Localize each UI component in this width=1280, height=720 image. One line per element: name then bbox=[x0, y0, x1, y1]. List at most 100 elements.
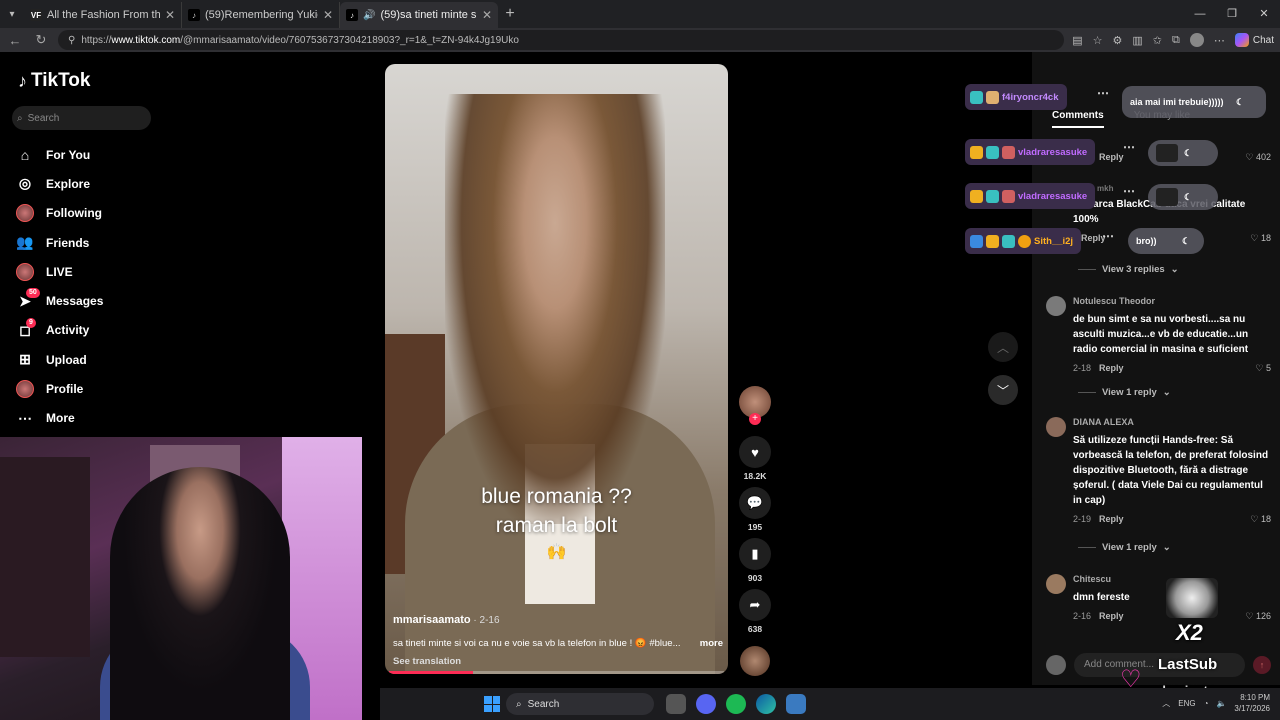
reader-icon[interactable]: ▤ bbox=[1072, 34, 1082, 47]
back-icon[interactable]: ← bbox=[6, 33, 24, 48]
sidebar-item-activity[interactable]: ◻ 9 Activity bbox=[16, 316, 103, 345]
browser-tab-2[interactable]: ♪ (59)Remembering Yukie Maeda ar ✕ bbox=[182, 2, 340, 28]
sidebar-item-upload[interactable]: ⊞ Upload bbox=[16, 345, 103, 374]
comment-avatar[interactable] bbox=[1046, 296, 1066, 316]
sidebar-item-for-you[interactable]: ⌂ For You bbox=[16, 140, 103, 169]
profile-avatar[interactable] bbox=[1189, 33, 1204, 47]
browser-tab-3-active[interactable]: ♪ 🔊 (59)sa tineti minte si voi ca nu ✕ bbox=[340, 2, 498, 28]
chat-bubble-text: bro)) bbox=[1136, 236, 1157, 246]
copilot-chat-button[interactable]: Chat bbox=[1234, 33, 1274, 47]
split-screen-icon[interactable]: ▥ bbox=[1132, 34, 1142, 47]
close-tab-icon[interactable]: ✕ bbox=[165, 8, 175, 22]
view-replies-button[interactable]: View 3 replies ⌄ bbox=[1078, 264, 1179, 275]
see-translation-link[interactable]: See translation bbox=[393, 656, 723, 667]
next-video-button[interactable]: ﹀ bbox=[988, 375, 1018, 405]
collections-icon[interactable]: ⧉ bbox=[1172, 34, 1180, 47]
wifi-icon[interactable]: ◔ bbox=[1204, 699, 1209, 708]
comment-avatar[interactable] bbox=[1046, 574, 1066, 594]
tray-chevron-icon[interactable]: ︿ bbox=[1162, 698, 1170, 709]
tiktok-logo[interactable]: ♪ TikTok bbox=[18, 70, 90, 92]
view-replies-label: View 1 reply bbox=[1102, 387, 1157, 398]
close-window-icon[interactable]: ✕ bbox=[1248, 0, 1280, 28]
comment-text: de bun simt e sa nu vorbesti....sa nu as… bbox=[1073, 314, 1249, 355]
sidebar-item-profile[interactable]: Profile bbox=[16, 374, 103, 403]
prev-video-button[interactable]: ︿ bbox=[988, 332, 1018, 362]
maximize-icon[interactable]: ❐ bbox=[1216, 0, 1248, 28]
dots-icon: ⋯ bbox=[18, 409, 32, 426]
tab-list-chevron-icon[interactable]: ▾ bbox=[0, 0, 24, 28]
sidebar-item-live[interactable]: LIVE bbox=[16, 257, 103, 286]
edge-icon[interactable] bbox=[756, 694, 776, 714]
site-info-icon[interactable]: ⚲ bbox=[68, 35, 75, 46]
chevron-up-icon: ︿ bbox=[996, 340, 1009, 355]
browser-tab-1[interactable]: VF All the Fashion From the Oscar Re ✕ bbox=[24, 2, 182, 28]
chat-user-pill: f4iryoncr4ck bbox=[965, 84, 1067, 110]
reply-button[interactable]: Reply bbox=[1099, 363, 1124, 373]
comment-author[interactable]: Notulescu Theodor bbox=[1073, 296, 1271, 306]
clock[interactable]: 8:10 PM 3/17/2026 bbox=[1234, 692, 1270, 714]
spotify-icon[interactable] bbox=[726, 694, 746, 714]
chat-bubble: ☾ bbox=[1148, 184, 1218, 210]
video-progress-bar[interactable] bbox=[389, 671, 724, 674]
url-input[interactable]: ⚲ https://www.tiktok.com/@mmarisaamato/v… bbox=[58, 30, 1065, 50]
comment-item: Chitescu dmn fereste 2-16 Reply ♡ 126 bbox=[1046, 574, 1271, 622]
send-comment-button[interactable]: ↑ bbox=[1253, 656, 1271, 674]
comment-like[interactable]: ♡ 5 bbox=[1255, 363, 1271, 374]
tab-comments[interactable]: Comments bbox=[1052, 110, 1104, 128]
favorite-star-icon[interactable]: ☆ bbox=[1093, 34, 1103, 47]
tiktok-favicon-icon: ♪ bbox=[346, 9, 358, 21]
system-tray: ︿ ENG ◔ 🔈 8:10 PM 3/17/2026 bbox=[1162, 692, 1270, 714]
comment-like[interactable]: ♡ 126 bbox=[1245, 611, 1271, 622]
view-replies-button[interactable]: View 1 reply ⌄ bbox=[1078, 387, 1171, 398]
video-actions: + ♥ 18.2K 💬 195 ▮ 903 ➦ 638 bbox=[737, 386, 773, 640]
comment-avatar[interactable] bbox=[1046, 417, 1066, 437]
reply-button[interactable]: Reply bbox=[1099, 611, 1124, 621]
tab-title: All the Fashion From the Oscar Re bbox=[47, 9, 160, 21]
windows-start-icon[interactable] bbox=[484, 696, 500, 712]
moon-icon: ☾ bbox=[1184, 191, 1193, 202]
sidebar-item-following[interactable]: Following bbox=[16, 199, 103, 228]
sidebar-item-explore[interactable]: ◎ Explore bbox=[16, 169, 103, 198]
video-player[interactable]: blue romania ?? raman la bolt 🙌 mmarisaa… bbox=[385, 64, 728, 674]
view-replies-button[interactable]: View 1 reply ⌄ bbox=[1078, 542, 1171, 553]
taskbar-search[interactable]: ⌕ Search bbox=[506, 693, 654, 715]
sidebar-item-friends[interactable]: 👥 Friends bbox=[16, 228, 103, 257]
search-input[interactable]: ⌕ Search bbox=[12, 106, 151, 130]
volume-icon[interactable]: 🔈 bbox=[1216, 699, 1226, 708]
share-button[interactable]: ➦ bbox=[739, 589, 771, 621]
comment-author[interactable]: DIANA ALEXA bbox=[1073, 417, 1271, 427]
browser-tab-bar: ▾ VF All the Fashion From the Oscar Re ✕… bbox=[0, 0, 1280, 28]
video-username[interactable]: mmarisaamato bbox=[393, 614, 471, 626]
app-window-icon[interactable] bbox=[786, 694, 806, 714]
close-tab-icon[interactable]: ✕ bbox=[482, 8, 492, 22]
friends-icon: 👥 bbox=[16, 234, 34, 251]
sidebar-item-more[interactable]: ⋯ More bbox=[16, 404, 103, 433]
comment-like[interactable]: ♡ 18 bbox=[1250, 233, 1271, 244]
extensions-icon[interactable]: ⚙ bbox=[1113, 34, 1123, 47]
comment-like[interactable]: ♡ 18 bbox=[1250, 514, 1271, 525]
save-button[interactable]: ▮ bbox=[739, 538, 771, 570]
close-tab-icon[interactable]: ✕ bbox=[323, 8, 333, 22]
more-link[interactable]: more bbox=[700, 638, 723, 649]
more-menu-icon[interactable]: ⋯ bbox=[1214, 34, 1225, 47]
creator-avatar[interactable]: + bbox=[739, 386, 771, 425]
comment-button[interactable]: 💬 bbox=[739, 487, 771, 519]
comment-like[interactable]: ♡ 402 bbox=[1245, 152, 1271, 163]
like-button[interactable]: ♥ bbox=[739, 436, 771, 468]
sidebar-item-messages[interactable]: ➤ 50 Messages bbox=[16, 286, 103, 315]
reload-icon[interactable]: ↻ bbox=[32, 32, 50, 48]
reply-button[interactable]: Reply bbox=[1099, 514, 1124, 524]
file-explorer-icon[interactable] bbox=[666, 694, 686, 714]
language-indicator[interactable]: ENG bbox=[1178, 699, 1195, 708]
music-disc[interactable] bbox=[740, 646, 770, 676]
discord-icon[interactable] bbox=[696, 694, 716, 714]
minimize-icon[interactable]: — bbox=[1184, 0, 1216, 28]
reply-button[interactable]: Reply bbox=[1099, 152, 1124, 162]
new-tab-button[interactable]: + bbox=[498, 5, 522, 23]
sidebar-nav: ⌂ For You ◎ Explore Following 👥 Friends LIV… bbox=[16, 140, 103, 433]
caption-line: blue romania ?? bbox=[481, 485, 632, 508]
speaker-icon[interactable]: 🔊 bbox=[363, 10, 375, 21]
clock-date: 3/17/2026 bbox=[1234, 704, 1270, 713]
follow-plus-icon[interactable]: + bbox=[749, 413, 761, 425]
favorites-icon[interactable]: ✩ bbox=[1153, 34, 1162, 47]
